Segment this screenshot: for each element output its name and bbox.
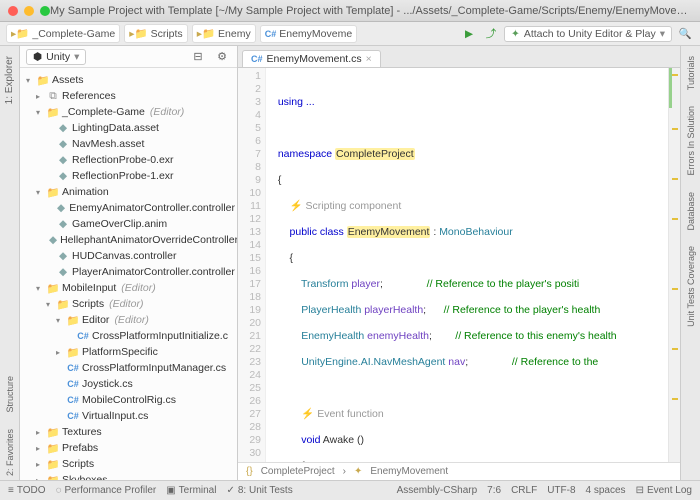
collapse-icon[interactable]: ⊟ xyxy=(189,48,207,66)
status-event-log[interactable]: ⊟ Event Log xyxy=(636,485,692,496)
right-toolstrip: Tutorials Errors In Solution Database Un… xyxy=(680,46,700,480)
tree-node[interactable]: ◆EnemyAnimatorController.controller xyxy=(22,200,235,216)
tree-node[interactable]: C#CrossPlatformInputManager.cs xyxy=(22,360,235,376)
tool-structure[interactable]: Structure xyxy=(5,372,15,417)
tree-node[interactable]: ◆ReflectionProbe-1.exr xyxy=(22,168,235,184)
close-icon[interactable]: × xyxy=(366,53,372,65)
tool-tutorials[interactable]: Tutorials xyxy=(686,52,696,94)
status-assembly[interactable]: Assembly-CSharp xyxy=(397,485,478,496)
breadcrumb[interactable]: C#EnemyMoveme xyxy=(260,25,357,43)
view-selector[interactable]: ⬢Unity▾ xyxy=(26,49,86,65)
editor-tabs: C# EnemyMovement.cs × xyxy=(238,46,680,68)
tool-database[interactable]: Database xyxy=(686,188,696,235)
status-profiler[interactable]: ◌ Performance Profiler xyxy=(56,485,157,496)
tree-node[interactable]: ▸📁Textures xyxy=(22,424,235,440)
status-bar: ≡ TODO ◌ Performance Profiler ▣ Terminal… xyxy=(0,480,700,500)
status-terminal[interactable]: ▣ Terminal xyxy=(166,485,216,496)
csharp-icon: C# xyxy=(265,29,277,39)
explorer-sidebar: ⬢Unity▾ ⊟ ⚙ ▾📁Assets▸⧉References▾📁_Compl… xyxy=(20,46,238,480)
tab-label: EnemyMovement.cs xyxy=(267,53,362,65)
tree-node[interactable]: ◆ReflectionProbe-0.exr xyxy=(22,152,235,168)
status-eol[interactable]: CRLF xyxy=(511,485,537,496)
search-button[interactable]: 🔍 xyxy=(676,25,694,43)
tree-node[interactable]: ▾📁Editor(Editor) xyxy=(22,312,235,328)
unity-icon: ⬢ xyxy=(33,51,42,63)
breadcrumb[interactable]: ▸📁_Complete-Game xyxy=(6,24,120,43)
tree-node[interactable]: C#Joystick.cs xyxy=(22,376,235,392)
tree-node[interactable]: ▾📁_Complete-Game(Editor) xyxy=(22,104,235,120)
tool-favorites[interactable]: 2: Favorites xyxy=(5,425,15,480)
bug-icon: ✦ xyxy=(511,28,520,40)
tool-unit-tests-coverage[interactable]: Unit Tests Coverage xyxy=(686,242,696,331)
tree-node[interactable]: ▾📁MobileInput(Editor) xyxy=(22,280,235,296)
status-todo[interactable]: ≡ TODO xyxy=(8,485,46,496)
status-indent[interactable]: 4 spaces xyxy=(586,485,626,496)
status-caret-pos[interactable]: 7:6 xyxy=(487,485,501,496)
tab-file[interactable]: C# EnemyMovement.cs × xyxy=(242,50,381,67)
minimize-icon[interactable] xyxy=(24,6,34,16)
run-button[interactable]: ▶ xyxy=(460,25,478,43)
tree-node[interactable]: ◆PlayerAnimatorController.controller xyxy=(22,264,235,280)
project-tree[interactable]: ▾📁Assets▸⧉References▾📁_Complete-Game(Edi… xyxy=(20,68,237,480)
namespace-icon: {} xyxy=(246,466,253,477)
tree-node[interactable]: ▸📁Prefabs xyxy=(22,440,235,456)
chevron-down-icon: ▾ xyxy=(74,51,79,63)
tree-node[interactable]: ▸📁Skyboxes xyxy=(22,472,235,480)
code-editor[interactable]: 1234567891011121314151617181920212223242… xyxy=(238,68,680,462)
tree-node[interactable]: ◆GameOverClip.anim xyxy=(22,216,235,232)
close-icon[interactable] xyxy=(8,6,18,16)
tree-node[interactable]: ▸📁PlatformSpecific xyxy=(22,344,235,360)
tree-node[interactable]: ◆HellephantAnimatorOverrideController xyxy=(22,232,235,248)
code-breadcrumb[interactable]: {}CompleteProject › ✦EnemyMovement xyxy=(238,462,680,480)
status-encoding[interactable]: UTF-8 xyxy=(547,485,575,496)
breadcrumb[interactable]: ▸📁Scripts xyxy=(124,24,187,43)
tree-node[interactable]: ◆LightingData.asset xyxy=(22,120,235,136)
tree-node[interactable]: ◆HUDCanvas.controller xyxy=(22,248,235,264)
maximize-icon[interactable] xyxy=(40,6,50,16)
editor-pane: C# EnemyMovement.cs × 123456789101112131… xyxy=(238,46,680,480)
tree-node[interactable]: ▾📁Scripts(Editor) xyxy=(22,296,235,312)
run-config-dropdown[interactable]: ✦Attach to Unity Editor & Play▾ xyxy=(504,26,672,42)
code-lines[interactable]: using ... namespace CompleteProject { ⚡ … xyxy=(266,68,668,462)
status-unit-tests[interactable]: ✓ 8: Unit Tests xyxy=(226,485,292,496)
tree-node[interactable]: C#CrossPlatformInputInitialize.c xyxy=(22,328,235,344)
breadcrumb[interactable]: ▸📁Enemy xyxy=(192,24,256,43)
tree-node[interactable]: ▾📁Animation xyxy=(22,184,235,200)
tool-errors[interactable]: Errors In Solution xyxy=(686,102,696,180)
gear-icon[interactable]: ⚙ xyxy=(213,48,231,66)
tree-node[interactable]: C#MobileControlRig.cs xyxy=(22,392,235,408)
window-title: My Sample Project with Template [~/My Sa… xyxy=(50,5,692,17)
tool-explorer[interactable]: 1: Explorer xyxy=(4,52,15,108)
tree-node[interactable]: ▾📁Assets xyxy=(22,72,235,88)
line-gutter: 1234567891011121314151617181920212223242… xyxy=(238,68,266,462)
breadcrumb-bar: ▸📁_Complete-Game ▸📁Scripts ▸📁Enemy C#Ene… xyxy=(0,22,700,46)
titlebar: My Sample Project with Template [~/My Sa… xyxy=(0,0,700,22)
debug-button[interactable]: ⤴ xyxy=(482,25,500,43)
folder-icon: ▸📁 xyxy=(11,27,29,40)
tree-node[interactable]: ◆NavMesh.asset xyxy=(22,136,235,152)
window-controls xyxy=(8,6,50,16)
folder-icon: ▸📁 xyxy=(197,27,215,40)
folder-icon: ▸📁 xyxy=(129,27,147,40)
tree-node[interactable]: C#VirtualInput.cs xyxy=(22,408,235,424)
left-toolstrip: 1: Explorer Structure 2: Favorites xyxy=(0,46,20,480)
tree-node[interactable]: ▸⧉References xyxy=(22,88,235,104)
csharp-icon: C# xyxy=(251,54,263,64)
tree-node[interactable]: ▸📁Scripts xyxy=(22,456,235,472)
editor-marker-strip[interactable] xyxy=(668,68,680,462)
chevron-down-icon: ▾ xyxy=(660,28,665,40)
class-icon: ✦ xyxy=(354,466,362,477)
